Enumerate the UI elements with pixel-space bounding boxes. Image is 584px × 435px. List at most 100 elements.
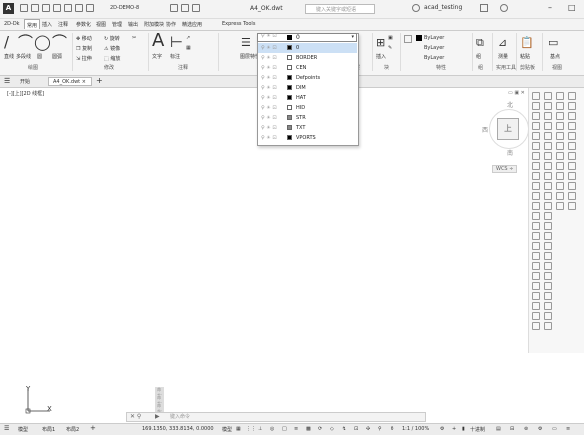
viewport-controls[interactable]: [-][上][2D 线框] xyxy=(7,90,44,97)
annotation-visibility-icon[interactable]: ⚲ xyxy=(378,426,382,432)
tool-palette-button-icon[interactable] xyxy=(544,92,552,100)
command-input[interactable]: 键入命令 xyxy=(170,413,190,420)
layer-color-swatch[interactable] xyxy=(287,65,292,70)
layer-row[interactable]: ♀ ☀ ⊡ BORDER xyxy=(258,53,357,63)
annotation-scale-icon[interactable]: ⚱ xyxy=(390,426,394,432)
tool-palette-button-icon[interactable] xyxy=(532,92,540,100)
layer-row[interactable]: ♀ ☀ ⊡ STR xyxy=(258,113,357,123)
tool-palette-button-icon[interactable] xyxy=(556,172,564,180)
create-block-icon[interactable]: ▣ xyxy=(388,35,393,41)
layer-current-selector[interactable]: ♀ ☀ ⊡ 0 ▾ xyxy=(257,33,357,42)
tool-palette-button-icon[interactable] xyxy=(532,182,540,190)
share-icon[interactable] xyxy=(170,4,178,12)
tool-palette-button-icon[interactable] xyxy=(544,162,552,170)
save-icon[interactable] xyxy=(42,4,50,12)
user-account[interactable]: acad_testing xyxy=(424,4,462,11)
paste-tool-icon[interactable]: 📋 xyxy=(520,35,534,50)
units-readout[interactable]: 十进制 xyxy=(470,426,485,433)
match-properties-icon[interactable] xyxy=(404,35,412,43)
polar-icon[interactable]: ◎ xyxy=(270,426,274,432)
tool-palette-button-icon[interactable] xyxy=(532,172,540,180)
layer-state-icons[interactable]: ♀ ☀ ⊡ xyxy=(261,43,277,53)
copy-tool[interactable]: ❐ 复制 xyxy=(76,45,92,52)
group-view-label[interactable]: 视图 xyxy=(552,64,562,71)
tool-palette-button-icon[interactable] xyxy=(544,122,552,130)
tool-palette-button-icon[interactable] xyxy=(532,272,540,280)
trim-tool-icon[interactable]: ✂ xyxy=(132,35,136,41)
group-tool-icon[interactable]: ⧉ xyxy=(476,35,484,50)
model-space-toggle[interactable]: 模型 xyxy=(222,426,232,433)
tool-palette-button-icon[interactable] xyxy=(532,102,540,110)
group-properties-label[interactable]: 特性 xyxy=(436,64,446,71)
tool-palette-button-icon[interactable] xyxy=(568,162,576,170)
group-clipboard-label[interactable]: 剪贴板 xyxy=(520,64,535,71)
start-tab[interactable]: 开始 xyxy=(20,78,30,85)
layer-state-icons[interactable]: ♀ ☀ ⊡ xyxy=(261,113,277,123)
ortho-icon[interactable]: ⊥ xyxy=(258,426,262,432)
group-group-label[interactable]: 组 xyxy=(478,64,483,71)
layer-color-swatch[interactable] xyxy=(287,55,292,60)
tool-palette-button-icon[interactable] xyxy=(532,232,540,240)
tool-palette-button-icon[interactable] xyxy=(544,192,552,200)
units-icon[interactable]: ▮ xyxy=(462,426,465,432)
layout1-tab[interactable]: 布局1 xyxy=(42,426,55,433)
layer-color-swatch[interactable] xyxy=(287,85,292,90)
tool-palette-button-icon[interactable] xyxy=(532,312,540,320)
tool-palette-button-icon[interactable] xyxy=(556,202,564,210)
viewport-restore-icon[interactable]: ▭ ▣ ✕ xyxy=(508,90,525,96)
minimize-button[interactable]: – xyxy=(548,3,552,12)
polyline-tool-icon[interactable]: ⌒ xyxy=(18,35,33,50)
workspace-selector[interactable]: 2D-DEMO-8 xyxy=(110,5,139,11)
tool-palette-button-icon[interactable] xyxy=(544,232,552,240)
layer-row[interactable]: ♀ ☀ ⊡ HAT xyxy=(258,93,357,103)
undo-icon[interactable] xyxy=(75,4,83,12)
customization-icon[interactable]: ≡ xyxy=(566,426,570,432)
layout-menu-icon[interactable]: ☰ xyxy=(4,425,9,432)
tool-palette-button-icon[interactable] xyxy=(568,92,576,100)
maximize-button[interactable]: □ xyxy=(568,3,576,12)
open-icon[interactable] xyxy=(31,4,39,12)
tool-palette-button-icon[interactable] xyxy=(556,182,564,190)
menu-icon[interactable]: ☰ xyxy=(4,77,10,85)
tool-palette-button-icon[interactable] xyxy=(568,182,576,190)
tool-palette-button-icon[interactable] xyxy=(544,172,552,180)
hardware-accel-icon[interactable]: ⚙ xyxy=(538,426,542,432)
viewcube-north[interactable]: 北 xyxy=(507,100,513,109)
tool-palette-button-icon[interactable] xyxy=(556,192,564,200)
lineweight-icon[interactable]: ≡ xyxy=(294,426,298,432)
grid-icon[interactable]: ▦ xyxy=(236,426,241,432)
viewcube-south[interactable]: 南 xyxy=(507,148,513,157)
tool-palette-button-icon[interactable] xyxy=(532,192,540,200)
tool-palette-button-icon[interactable] xyxy=(556,102,564,110)
transparency-icon[interactable]: ▩ xyxy=(306,426,311,432)
arc-tool-icon[interactable]: ⌒ xyxy=(52,35,67,50)
linetype-dropdown[interactable]: ByLayer xyxy=(424,55,444,61)
app-logo-icon[interactable]: A xyxy=(3,3,14,14)
tab-express-tools[interactable]: Express Tools xyxy=(222,21,255,27)
edit-block-icon[interactable]: ✎ xyxy=(388,45,392,51)
publish-icon[interactable] xyxy=(192,4,200,12)
annotation-scale-readout[interactable]: 1:1 / 100% xyxy=(402,426,429,432)
tab-manage[interactable]: 管理 xyxy=(112,21,122,28)
wcs-menu[interactable]: WCS ÷ xyxy=(492,165,518,173)
tool-palette-button-icon[interactable] xyxy=(532,132,540,140)
tool-palette-button-icon[interactable] xyxy=(532,282,540,290)
lock-ui-icon[interactable]: ⊟ xyxy=(510,426,514,432)
tab-2d-dk[interactable]: 2D-Dk xyxy=(4,21,20,27)
lineweight-dropdown[interactable]: ByLayer xyxy=(424,45,444,51)
document-tab[interactable]: A4_OK.dwt × xyxy=(48,77,92,86)
tool-palette-button-icon[interactable] xyxy=(568,202,576,210)
isolate-objects-icon[interactable]: ⊚ xyxy=(524,426,528,432)
group-modify-label[interactable]: 修改 xyxy=(104,64,114,71)
tool-palette-button-icon[interactable] xyxy=(556,132,564,140)
layer-state-icons[interactable]: ♀ ☀ ⊡ xyxy=(261,93,277,103)
osnap-icon[interactable]: □ xyxy=(282,426,287,432)
layer-state-icons[interactable]: ♀ ☀ ⊡ xyxy=(261,123,277,133)
layer-row[interactable]: ♀ ☀ ⊡ 0 xyxy=(258,43,357,53)
line-tool-icon[interactable]: / xyxy=(4,35,9,50)
layer-row[interactable]: ♀ ☀ ⊡ CEN xyxy=(258,63,357,73)
tool-palette-button-icon[interactable] xyxy=(532,222,540,230)
tool-palette-button-icon[interactable] xyxy=(532,152,540,160)
snap-icon[interactable]: ⋮⋮ xyxy=(246,426,256,432)
tool-palette-button-icon[interactable] xyxy=(544,182,552,190)
